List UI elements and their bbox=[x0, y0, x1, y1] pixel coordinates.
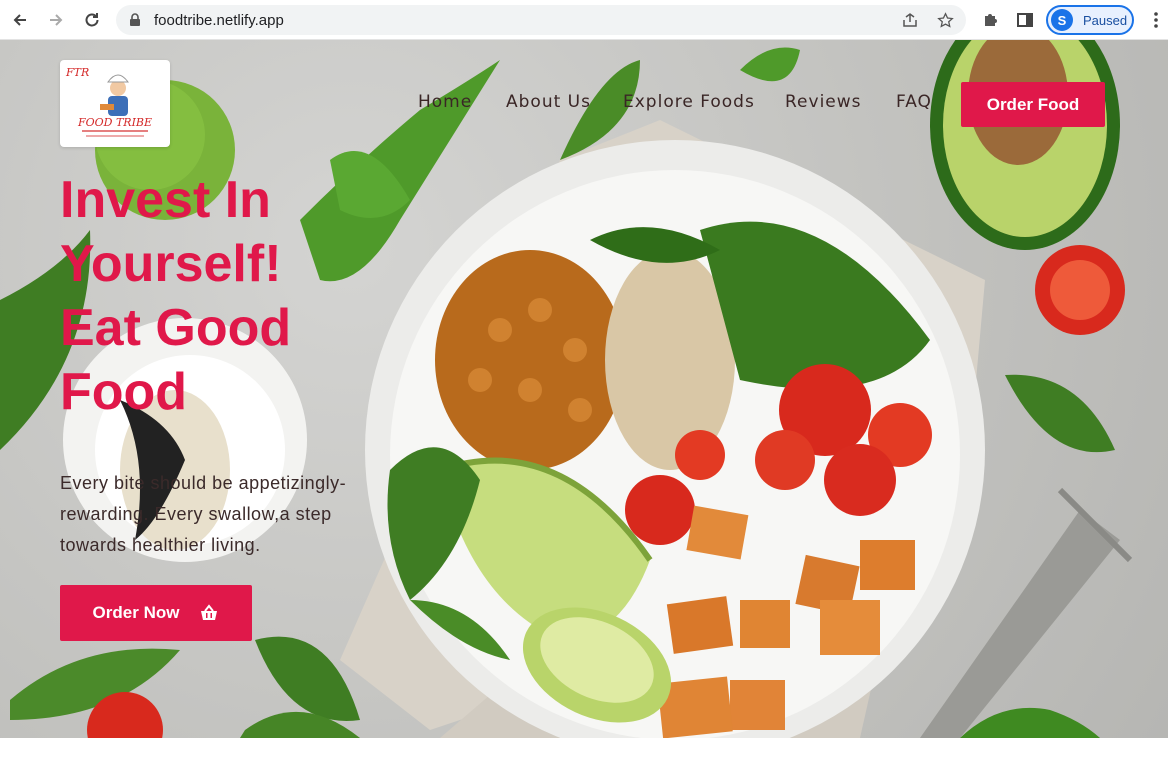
hero-section: FTR FOOD TRIBE Home About Us Explore Foo… bbox=[0, 40, 1168, 738]
side-panel-icon[interactable] bbox=[1015, 10, 1035, 30]
extensions-puzzle-icon[interactable] bbox=[981, 10, 1001, 30]
nav-link-reviews[interactable]: Reviews bbox=[785, 92, 862, 112]
profile-button[interactable]: S Paused bbox=[1046, 5, 1134, 35]
share-icon[interactable] bbox=[901, 11, 919, 29]
back-arrow-icon[interactable] bbox=[6, 6, 34, 34]
site-logo[interactable]: FTR FOOD TRIBE bbox=[60, 60, 170, 147]
hero-tagline: Every bite should be appetizingly-reward… bbox=[60, 473, 347, 555]
order-food-button[interactable]: Order Food bbox=[961, 82, 1105, 127]
kebab-menu-icon[interactable] bbox=[1148, 10, 1164, 30]
svg-text:FOOD TRIBE: FOOD TRIBE bbox=[77, 116, 152, 129]
nav-link-faq[interactable]: FAQ bbox=[896, 92, 932, 112]
order-now-button[interactable]: Order Now bbox=[60, 585, 252, 641]
avatar: S bbox=[1051, 9, 1073, 31]
url-text[interactable]: foodtribe.netlify.app bbox=[154, 12, 284, 29]
forward-arrow-icon[interactable] bbox=[42, 6, 70, 34]
hero-headline: Invest In Yourself! Eat Good Food bbox=[60, 168, 380, 424]
svg-text:FTR: FTR bbox=[65, 66, 89, 79]
nav-link-about-us[interactable]: About Us bbox=[506, 92, 591, 112]
nav-link-explore-foods[interactable]: Explore Foods bbox=[623, 92, 755, 112]
bookmark-star-icon[interactable] bbox=[936, 11, 954, 29]
page-bottom-area bbox=[0, 738, 1168, 760]
headline-line: Food bbox=[60, 363, 188, 421]
headline-line: Invest In bbox=[60, 171, 271, 229]
order-now-label: Order Now bbox=[92, 603, 180, 622]
browser-toolbar: foodtribe.netlify.app S Paused bbox=[0, 0, 1168, 40]
chef-logo-icon: FTR FOOD TRIBE bbox=[65, 66, 152, 137]
nav-link-home[interactable]: Home bbox=[418, 92, 472, 112]
profile-status: Paused bbox=[1083, 12, 1128, 28]
headline-line: Yourself! bbox=[60, 235, 282, 293]
address-bar[interactable]: foodtribe.netlify.app bbox=[116, 5, 966, 35]
headline-line: Eat Good bbox=[60, 299, 292, 357]
reload-icon[interactable] bbox=[78, 6, 106, 34]
lock-icon[interactable] bbox=[128, 13, 142, 27]
basket-icon bbox=[201, 604, 218, 620]
